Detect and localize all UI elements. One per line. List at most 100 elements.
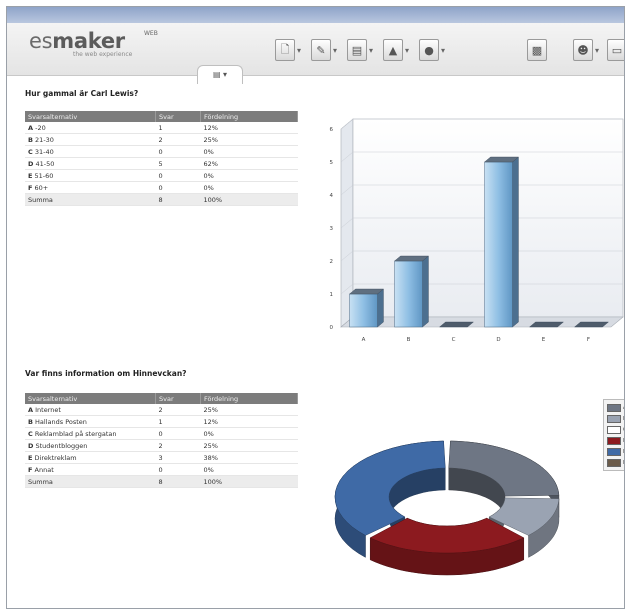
legend-swatch — [607, 436, 621, 445]
total-label: Summa — [25, 193, 156, 206]
x-tick-label: B — [407, 337, 411, 343]
legend-swatch — [607, 447, 621, 456]
y-tick-label: 5 — [330, 160, 334, 166]
share-cell: 0% — [200, 145, 298, 158]
question-1-title: Hur gammal är Carl Lewis? — [25, 89, 139, 98]
table-total-row: Summa 8 100% — [25, 193, 298, 206]
option-letter: E — [28, 453, 33, 462]
legend-swatch — [607, 414, 621, 423]
new-page-button[interactable]: 🗋 ▾ — [275, 37, 301, 63]
share-cell: 12% — [200, 122, 298, 134]
option-letter: C — [28, 147, 33, 156]
count-cell: 1 — [155, 415, 201, 428]
table-row: F 60+ 0 0% — [25, 181, 298, 194]
col-header-count: Svar — [155, 111, 201, 122]
share-cell: 38% — [200, 451, 298, 464]
option-label: 41-50 — [35, 159, 55, 168]
app-window: ▤ ▾ esmaker WEB the web experience 🗋 ▾ ✎ ▾… — [6, 6, 625, 609]
option-label: 31-40 — [34, 147, 54, 156]
option-label: Internet — [35, 405, 61, 414]
table-header: Svarsalternativ Svar Fördelning — [25, 111, 298, 122]
chevron-down-icon: ▾ — [333, 45, 338, 55]
table-row: B 21-30 2 25% — [25, 133, 298, 146]
y-tick-label: 3 — [330, 226, 334, 232]
legend-label: D — [623, 438, 624, 444]
image-icon: ● — [419, 39, 439, 61]
bar-top — [573, 321, 610, 328]
x-tick-label: A — [362, 337, 366, 343]
logo-tagline: the web experience — [73, 51, 133, 58]
option-letter: F — [28, 183, 33, 192]
legend-item: B — [607, 413, 624, 424]
count-cell: 0 — [155, 181, 201, 194]
option-cell: F 60+ — [25, 181, 156, 194]
option-cell: A -20 — [25, 122, 156, 134]
x-tick-label: D — [496, 337, 500, 343]
count-cell: 2 — [155, 404, 201, 416]
media-button[interactable]: ● ▾ — [419, 37, 445, 63]
option-letter: F — [28, 465, 33, 474]
bar-top — [438, 321, 475, 328]
option-cell: E Direktreklam — [25, 451, 156, 464]
count-cell: 0 — [155, 427, 201, 440]
col-header-option: Svarsalternativ — [25, 111, 156, 122]
y-tick-label: 6 — [330, 127, 334, 133]
legend-item: F — [607, 457, 624, 468]
bar — [394, 260, 423, 328]
edit-button[interactable]: ✎ ▾ — [311, 37, 337, 63]
help-button[interactable]: ▭ — [607, 37, 624, 63]
export-button[interactable]: ▲ ▾ — [383, 37, 409, 63]
share-cell: 25% — [200, 133, 298, 146]
option-letter: E — [28, 171, 33, 180]
chevron-down-icon: ▾ — [405, 45, 410, 55]
legend-swatch — [607, 458, 621, 467]
table-row: D 41-50 5 62% — [25, 157, 298, 170]
bar — [349, 293, 378, 328]
option-label: Hallands Posten — [35, 417, 87, 426]
col-header-share: Fördelning — [200, 111, 298, 122]
table-row: F Annat 0 0% — [25, 463, 298, 476]
legend-swatch — [607, 425, 621, 434]
option-label: Studentbloggen — [35, 441, 88, 450]
user-button[interactable]: ☻ ▾ — [573, 37, 599, 63]
total-share: 100% — [200, 193, 298, 206]
option-label: 51-60 — [34, 171, 54, 180]
count-cell: 2 — [155, 439, 201, 452]
user-icon: ☻ — [573, 39, 593, 61]
print-button[interactable]: ▩ — [527, 37, 547, 63]
table-row: C Reklamblad på stergatan 0 0% — [25, 427, 298, 440]
share-cell: 0% — [200, 169, 298, 182]
x-tick-label: C — [452, 337, 456, 343]
col-header-count: Svar — [155, 393, 201, 404]
table-header: Svarsalternativ Svar Fördelning — [25, 393, 298, 404]
chevron-down-icon: ▾ — [369, 45, 374, 55]
legend-item: C — [607, 424, 624, 435]
results-button[interactable]: ▤ ▾ — [347, 37, 373, 63]
option-cell: E 51-60 — [25, 169, 156, 182]
option-label: Annat — [34, 465, 54, 474]
share-cell: 0% — [200, 463, 298, 476]
bar-side — [512, 156, 519, 328]
chevron-down-icon: ▾ — [595, 45, 600, 55]
share-cell: 62% — [200, 157, 298, 170]
donut-legend: ABCDEF — [603, 399, 624, 471]
view-tab[interactable]: ▤ ▾ — [197, 65, 243, 84]
logo-superscript: WEB — [144, 30, 158, 37]
book-icon: ▭ — [607, 39, 624, 61]
table-row: E 51-60 0 0% — [25, 169, 298, 182]
option-cell: A Internet — [25, 404, 156, 416]
table-total-row: Summa 8 100% — [25, 475, 298, 488]
count-cell: 5 — [155, 157, 201, 170]
count-cell: 1 — [155, 122, 201, 134]
bar-top — [393, 255, 430, 262]
chart-icon: ▤ — [347, 39, 367, 61]
legend-item: A — [607, 402, 624, 413]
count-cell: 2 — [155, 133, 201, 146]
legend-label: B — [623, 416, 624, 422]
bar-side — [377, 288, 384, 328]
count-cell: 3 — [155, 451, 201, 464]
option-letter: A — [28, 123, 34, 132]
option-letter: A — [28, 405, 34, 414]
legend-item: E — [607, 446, 624, 457]
question-2-table: Svarsalternativ Svar Fördelning A Intern… — [25, 393, 298, 488]
